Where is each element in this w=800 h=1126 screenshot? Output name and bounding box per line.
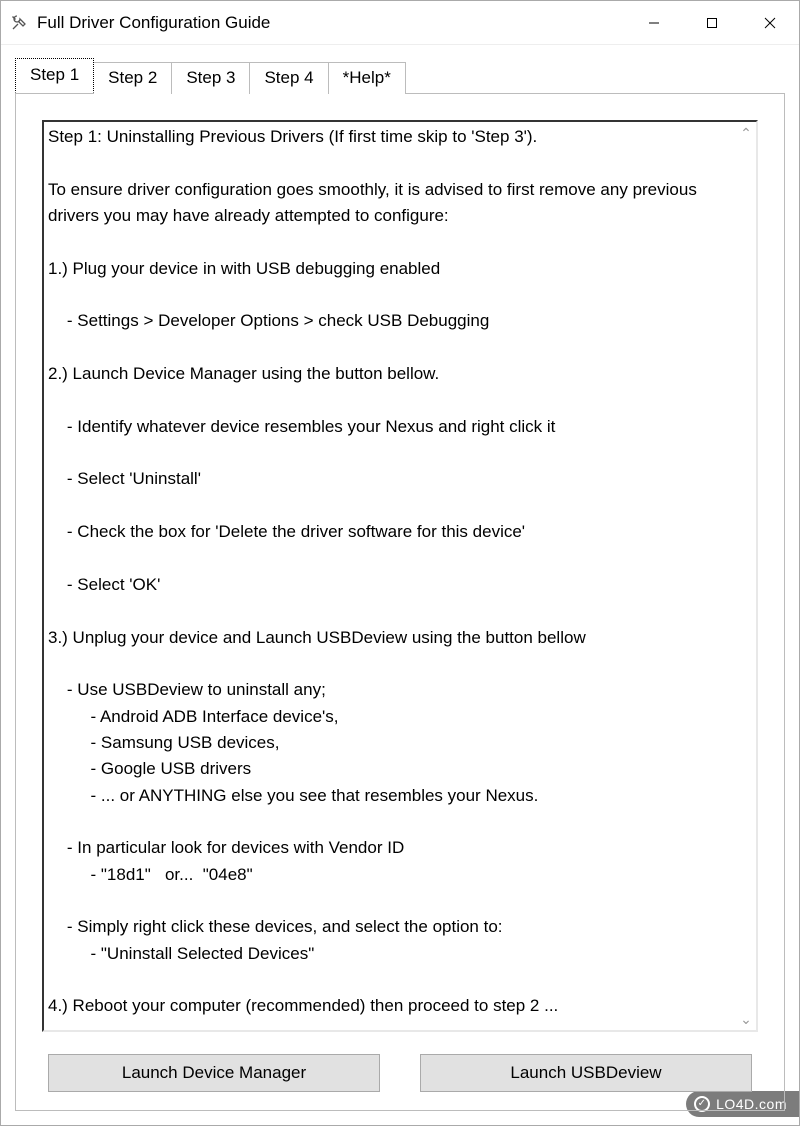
button-row: Launch Device Manager Launch USBDeview: [42, 1054, 758, 1092]
window-controls: [625, 1, 799, 44]
tab-step-2[interactable]: Step 2: [93, 62, 172, 94]
tab-strip: Step 1 Step 2 Step 3 Step 4 *Help*: [15, 59, 785, 93]
tab-step-4[interactable]: Step 4: [249, 62, 328, 94]
window-title: Full Driver Configuration Guide: [37, 13, 625, 33]
tab-help[interactable]: *Help*: [328, 62, 406, 94]
scroll-down-icon[interactable]: ⌄: [738, 1012, 754, 1026]
close-button[interactable]: [741, 1, 799, 44]
minimize-button[interactable]: [625, 1, 683, 44]
wrench-screwdriver-icon: [9, 13, 29, 33]
content-area: Step 1 Step 2 Step 3 Step 4 *Help* Step …: [1, 45, 799, 1125]
scroll-up-icon[interactable]: ⌃: [738, 126, 754, 140]
launch-device-manager-button[interactable]: Launch Device Manager: [48, 1054, 380, 1092]
instructions-container: Step 1: Uninstalling Previous Drivers (I…: [42, 120, 758, 1032]
app-window: Full Driver Configuration Guide Step 1 S…: [0, 0, 800, 1126]
instructions-text[interactable]: Step 1: Uninstalling Previous Drivers (I…: [42, 120, 758, 1032]
maximize-button[interactable]: [683, 1, 741, 44]
tab-step-3[interactable]: Step 3: [171, 62, 250, 94]
tab-panel: Step 1: Uninstalling Previous Drivers (I…: [15, 93, 785, 1111]
launch-usbdeview-button[interactable]: Launch USBDeview: [420, 1054, 752, 1092]
titlebar: Full Driver Configuration Guide: [1, 1, 799, 45]
tab-step-1[interactable]: Step 1: [15, 58, 94, 93]
